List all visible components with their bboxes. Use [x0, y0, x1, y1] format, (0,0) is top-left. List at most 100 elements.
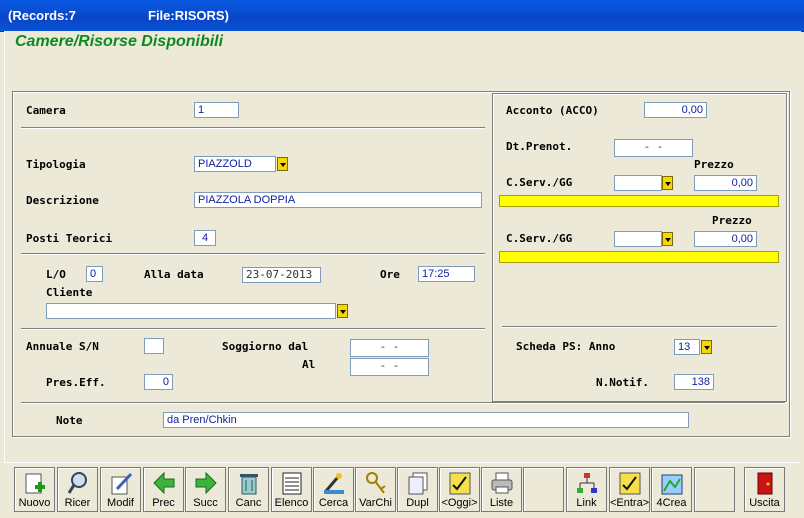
crea-button[interactable]: 4Crea	[651, 467, 692, 512]
cserv2-description-bar	[499, 251, 779, 263]
dtprenot-field[interactable]: - -	[614, 139, 693, 157]
liste-label: Liste	[489, 497, 514, 509]
elenco-label: Elenco	[274, 497, 309, 509]
al-label: Al	[302, 358, 316, 371]
keys-icon	[366, 472, 386, 494]
canc-button[interactable]: Canc	[228, 467, 269, 512]
prezzo1-field[interactable]: 0,00	[694, 175, 757, 191]
scheda-field[interactable]: 13	[674, 339, 700, 355]
ricer-label: Ricer	[64, 497, 91, 509]
cerca-button[interactable]: Cerca	[313, 467, 354, 512]
ricer-button[interactable]: Ricer	[57, 467, 98, 512]
exit-icon	[757, 472, 773, 495]
oggi-button[interactable]: <Oggi>	[439, 467, 480, 512]
empty-button-2[interactable]	[694, 467, 735, 512]
soggiorno-dal-field[interactable]: - -	[350, 339, 429, 357]
prezzo1-label: Prezzo	[694, 158, 734, 171]
arrow-right-icon	[195, 471, 217, 495]
nuovo-button[interactable]: Nuovo	[14, 467, 55, 512]
calendar-enter-icon	[619, 472, 641, 495]
lo-field[interactable]: 0	[86, 266, 103, 282]
notif-label: N.Notif.	[596, 376, 649, 389]
page-title: Camere/Risorse Disponibili	[15, 33, 224, 50]
elenco-button[interactable]: Elenco	[271, 467, 312, 512]
pres-label: Pres.Eff.	[46, 376, 106, 389]
edit-icon	[111, 472, 133, 495]
prezzo2-field[interactable]: 0,00	[694, 231, 757, 247]
note-field[interactable]: da Pren/Chkin	[163, 412, 689, 428]
oggi-label: <Oggi>	[441, 497, 478, 509]
camera-field[interactable]: 1	[194, 102, 239, 118]
separator	[21, 328, 485, 330]
descrizione-field[interactable]: PIAZZOLA DOPPIA	[194, 192, 482, 208]
nuovo-label: Nuovo	[18, 497, 51, 509]
prec-button[interactable]: Prec	[143, 467, 184, 512]
dupl-label: Dupl	[406, 497, 429, 509]
alla-data-label: Alla data	[144, 268, 204, 281]
create-icon	[661, 474, 683, 495]
cserv1-field[interactable]	[614, 175, 662, 191]
liste-button[interactable]: Liste	[481, 467, 522, 512]
cliente-label: Cliente	[46, 286, 93, 299]
cliente-dropdown-icon[interactable]	[337, 304, 348, 318]
dtprenot-label: Dt.Prenot.	[506, 140, 573, 153]
prec-label: Prec	[152, 497, 175, 509]
ore-field[interactable]: 17:25	[418, 266, 475, 282]
file-name: File:RISORS)	[148, 8, 229, 23]
cserv1-dropdown-icon[interactable]	[662, 176, 673, 190]
records-count: (Records:7	[8, 8, 76, 23]
tipologia-field[interactable]: PIAZZOLD	[194, 156, 276, 172]
succ-label: Succ	[193, 497, 218, 509]
note-label: Note	[56, 414, 83, 427]
link-icon	[577, 473, 597, 493]
annuale-field[interactable]	[144, 338, 164, 354]
separator	[502, 326, 777, 328]
uscita-label: Uscita	[749, 497, 780, 509]
posti-field[interactable]: 4	[194, 230, 216, 246]
notif-field[interactable]: 138	[674, 374, 714, 390]
title-bar: (Records:7 File:RISORS)	[0, 0, 804, 32]
pres-field[interactable]: 0	[144, 374, 173, 390]
find-icon	[324, 473, 344, 494]
list-icon	[282, 472, 302, 495]
tipologia-label: Tipologia	[26, 158, 86, 171]
modif-label: Modif	[107, 497, 134, 509]
al-field[interactable]: - -	[350, 358, 429, 376]
crea-label: 4Crea	[656, 497, 687, 509]
entra-label: <Entra>	[610, 497, 650, 509]
link-label: Link	[576, 497, 597, 509]
arrow-left-icon	[153, 471, 175, 495]
calendar-icon	[449, 472, 471, 495]
cserv1-label: C.Serv./GG	[506, 176, 573, 189]
search-icon	[67, 472, 87, 494]
tipologia-dropdown-icon[interactable]	[277, 157, 288, 171]
modif-button[interactable]: Modif	[100, 467, 141, 512]
cserv2-dropdown-icon[interactable]	[662, 232, 673, 246]
prezzo2-label: Prezzo	[712, 214, 752, 227]
ore-label: Ore	[380, 268, 400, 281]
link-button[interactable]: Link	[566, 467, 607, 512]
uscita-button[interactable]: Uscita	[744, 467, 785, 512]
cliente-field[interactable]	[46, 303, 336, 319]
duplicate-icon	[408, 472, 428, 495]
separator	[21, 253, 485, 255]
new-icon	[25, 473, 45, 494]
trash-icon	[240, 474, 258, 495]
varchi-button[interactable]: VarChi	[355, 467, 396, 512]
alla-data-field[interactable]: 23-07-2013	[242, 267, 321, 283]
dupl-button[interactable]: Dupl	[397, 467, 438, 512]
cerca-label: Cerca	[318, 497, 349, 509]
empty-button[interactable]	[523, 467, 564, 512]
acconto-label: Acconto (ACCO)	[506, 104, 599, 117]
succ-button[interactable]: Succ	[185, 467, 226, 512]
acconto-field[interactable]: 0,00	[644, 102, 707, 118]
separator	[21, 402, 785, 404]
camera-label: Camera	[26, 104, 66, 117]
canc-label: Canc	[235, 497, 262, 509]
scheda-dropdown-icon[interactable]	[701, 340, 712, 354]
separator	[21, 127, 485, 129]
posti-label: Posti Teorici	[26, 232, 113, 245]
annuale-label: Annuale S/N	[26, 340, 99, 353]
cserv2-field[interactable]	[614, 231, 662, 247]
entra-button[interactable]: <Entra>	[609, 467, 650, 512]
